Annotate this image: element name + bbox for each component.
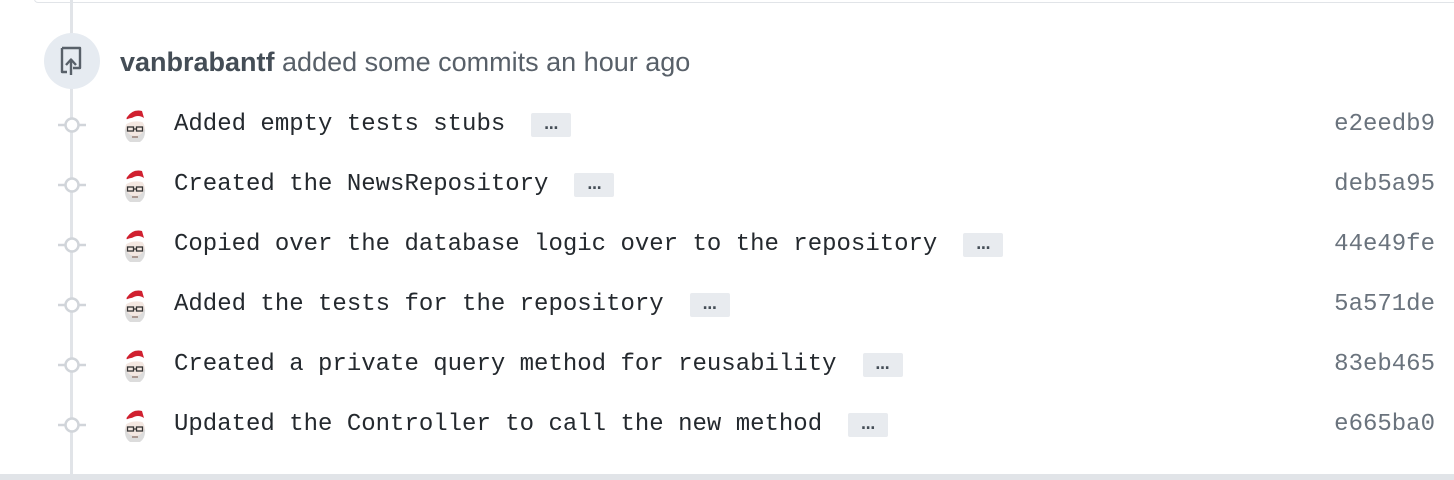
commit-row: Created the NewsRepository … deb5a95	[0, 160, 1454, 210]
git-commit-icon	[56, 220, 88, 270]
git-commit-icon	[56, 340, 88, 390]
author-avatar[interactable]	[120, 346, 150, 384]
expand-commit-body-button[interactable]: …	[862, 353, 903, 377]
git-commit-icon	[56, 100, 88, 150]
author-avatar[interactable]	[120, 166, 150, 204]
expand-commit-body-button[interactable]: …	[963, 233, 1004, 257]
commit-message-group: Created a private query method for reusa…	[174, 350, 903, 380]
git-commit-icon	[56, 280, 88, 330]
git-commit-icon	[56, 400, 88, 450]
author-avatar[interactable]	[120, 286, 150, 324]
commit-message-link[interactable]: Added the tests for the repository	[174, 290, 664, 320]
previous-timeline-item-box	[34, 0, 1454, 3]
event-title: vanbrabantf added some commits an hour a…	[120, 44, 690, 80]
commit-message-group: Copied over the database logic over to t…	[174, 230, 1004, 260]
author-avatar[interactable]	[120, 226, 150, 264]
expand-commit-body-button[interactable]: …	[531, 113, 572, 137]
commit-message-link[interactable]: Updated the Controller to call the new m…	[174, 410, 822, 440]
commit-row: Copied over the database logic over to t…	[0, 220, 1454, 270]
commit-message-group: Created the NewsRepository …	[174, 170, 615, 200]
author-avatar[interactable]	[120, 406, 150, 444]
git-commit-icon	[56, 160, 88, 210]
event-action-text: added some commits an hour ago	[274, 47, 691, 77]
repo-push-icon	[44, 33, 100, 89]
commit-sha-link[interactable]: 5a571de	[1334, 290, 1435, 320]
author-avatar[interactable]	[120, 106, 150, 144]
commit-message-group: Updated the Controller to call the new m…	[174, 410, 889, 440]
commit-sha-link[interactable]: e665ba0	[1334, 410, 1435, 440]
expand-commit-body-button[interactable]: …	[574, 173, 615, 197]
commit-message-group: Added the tests for the repository …	[174, 290, 730, 320]
commit-sha-link[interactable]: 83eb465	[1334, 350, 1435, 380]
commit-message-link[interactable]: Created the NewsRepository	[174, 170, 548, 200]
commit-row: Created a private query method for reusa…	[0, 340, 1454, 390]
commit-sha-link[interactable]: e2eedb9	[1334, 110, 1435, 140]
commit-sha-link[interactable]: deb5a95	[1334, 170, 1435, 200]
commit-message-link[interactable]: Added empty tests stubs	[174, 110, 505, 140]
commit-message-link[interactable]: Created a private query method for reusa…	[174, 350, 837, 380]
commit-sha-link[interactable]: 44e49fe	[1334, 230, 1435, 260]
expand-commit-body-button[interactable]: …	[848, 413, 889, 437]
commit-row: Updated the Controller to call the new m…	[0, 400, 1454, 450]
commit-row: Added empty tests stubs … e2eedb9	[0, 100, 1454, 150]
event-author-link[interactable]: vanbrabantf	[120, 47, 275, 77]
commit-row: Added the tests for the repository … 5a571…	[0, 280, 1454, 330]
commit-message-group: Added empty tests stubs …	[174, 110, 572, 140]
commit-message-link[interactable]: Copied over the database logic over to t…	[174, 230, 937, 260]
expand-commit-body-button[interactable]: …	[689, 293, 730, 317]
timeline-bottom-divider	[0, 474, 1454, 480]
